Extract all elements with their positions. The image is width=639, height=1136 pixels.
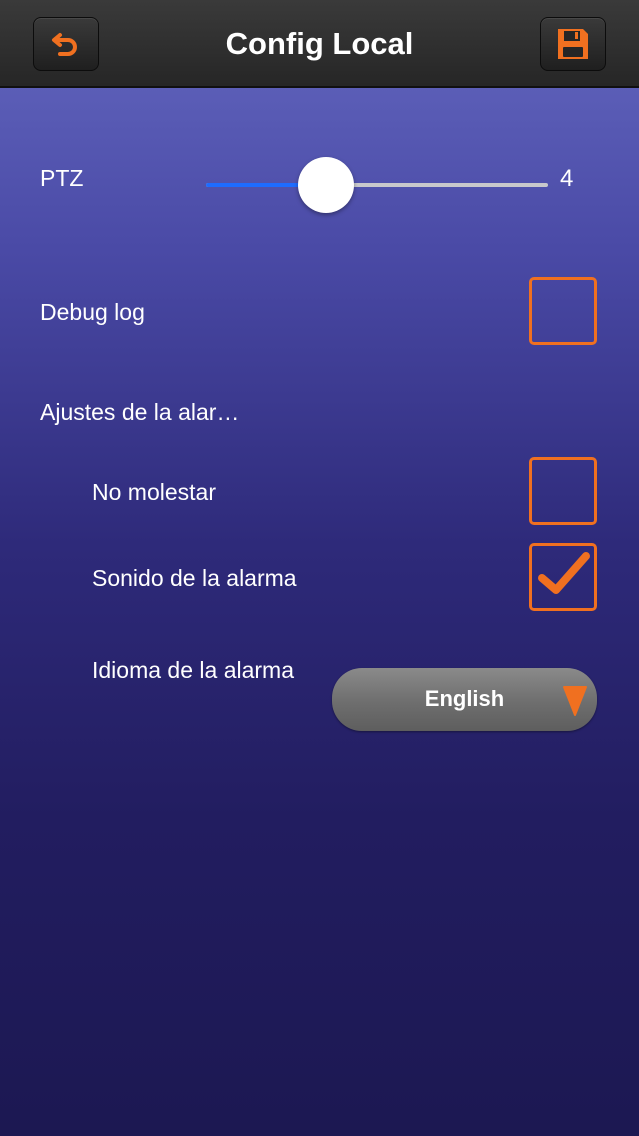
do-not-disturb-checkbox[interactable] <box>529 457 597 525</box>
page-title: Config Local <box>225 26 414 61</box>
back-button[interactable] <box>33 17 99 71</box>
checkmark-icon <box>538 552 590 594</box>
debug-log-checkbox[interactable] <box>529 277 597 345</box>
debug-log-label: Debug log <box>40 299 145 325</box>
alarm-language-selected: English <box>424 686 505 711</box>
ptz-slider-thumb[interactable] <box>297 157 354 213</box>
do-not-disturb-label: No molestar <box>92 479 216 505</box>
triangle-down-icon <box>563 686 587 716</box>
save-button[interactable] <box>540 17 606 71</box>
alarm-settings-heading: Ajustes de la alar… <box>40 399 240 425</box>
undo-arrow-icon <box>52 33 77 56</box>
alarm-language-label: Idioma de la alarma <box>92 657 294 683</box>
alarm-sound-checkbox[interactable] <box>529 543 597 611</box>
ptz-value: 4 <box>560 165 574 192</box>
floppy-disk-icon <box>558 29 588 59</box>
alarm-language-dropdown[interactable]: English <box>332 668 597 731</box>
alarm-sound-label: Sonido de la alarma <box>92 565 297 591</box>
ptz-label: PTZ <box>40 165 84 191</box>
top-bar: Config Local <box>0 0 639 88</box>
